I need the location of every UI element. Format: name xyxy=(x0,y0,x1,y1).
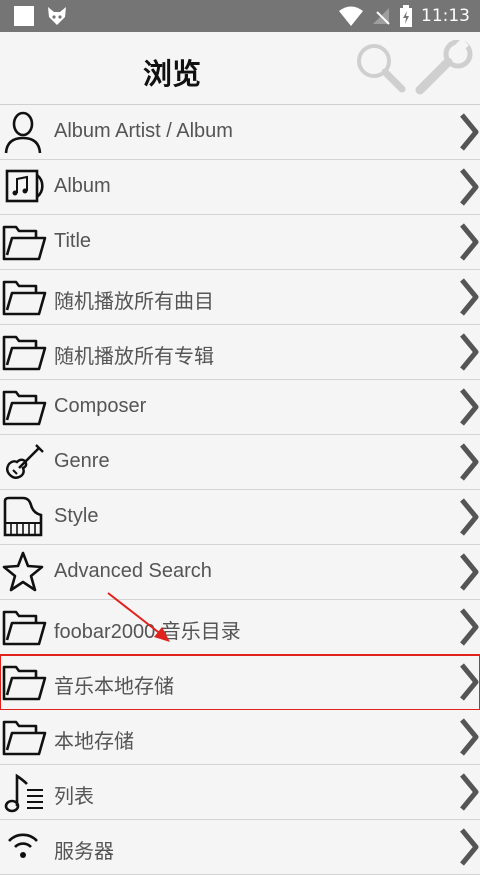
browse-item[interactable]: Composer xyxy=(0,380,480,435)
folder-icon xyxy=(1,330,47,374)
browse-item[interactable]: Advanced Search xyxy=(0,545,480,600)
chevron-right-icon xyxy=(458,223,480,261)
folder-icon xyxy=(1,660,47,704)
chevron-right-icon xyxy=(458,663,480,701)
settings-button[interactable] xyxy=(414,38,476,100)
browse-item-label: Style xyxy=(54,505,99,527)
browse-item-label: 随机播放所有曲目 xyxy=(54,291,214,313)
chevron-right-icon xyxy=(458,828,480,866)
app-square-icon xyxy=(14,6,34,26)
browse-item-label: Composer xyxy=(54,395,147,417)
browse-item-label: 列表 xyxy=(54,786,94,808)
browse-item-label: Advanced Search xyxy=(54,560,212,582)
browse-item[interactable]: 服务器 xyxy=(0,820,480,875)
chevron-right-icon xyxy=(458,608,480,646)
search-icon xyxy=(357,44,406,93)
search-button[interactable] xyxy=(352,40,408,100)
violin-icon xyxy=(1,440,47,484)
battery-charging-icon xyxy=(400,5,412,27)
chevron-right-icon xyxy=(458,773,480,811)
browse-item[interactable]: Album Artist / Album xyxy=(0,105,480,160)
browse-item[interactable]: Title xyxy=(0,215,480,270)
chevron-right-icon xyxy=(458,113,480,151)
chevron-right-icon xyxy=(458,498,480,536)
folder-icon xyxy=(1,385,47,429)
browse-item[interactable]: 音乐本地存储 xyxy=(0,654,480,711)
chevron-right-icon xyxy=(458,278,480,316)
album-icon xyxy=(1,165,47,209)
browse-item[interactable]: Album xyxy=(0,160,480,215)
music-list-icon xyxy=(1,770,47,814)
browse-item[interactable]: Style xyxy=(0,490,480,545)
browse-list: Album Artist / Album Album Title 随机播放所有曲目 随机… xyxy=(0,104,480,875)
clock-time: 11:13 xyxy=(421,6,470,26)
star-icon xyxy=(1,550,47,594)
browse-item-label: 音乐本地存储 xyxy=(54,676,174,698)
browse-item[interactable]: 列表 xyxy=(0,765,480,820)
browse-item-label: Album xyxy=(54,175,111,197)
browse-item-label: Title xyxy=(54,230,92,252)
status-bar: 11:13 xyxy=(0,0,480,32)
chevron-right-icon xyxy=(458,333,480,371)
browse-item-label: Album Artist / Album xyxy=(54,120,233,142)
fox-icon xyxy=(48,7,66,25)
broadcast-icon xyxy=(1,825,47,869)
person-icon xyxy=(1,110,47,154)
wifi-icon xyxy=(339,6,363,26)
browse-item-label: 随机播放所有专辑 xyxy=(54,346,214,368)
folder-icon xyxy=(1,715,47,759)
browse-item-label: 服务器 xyxy=(54,841,114,863)
browse-item[interactable]: 随机播放所有曲目 xyxy=(0,270,480,325)
browse-item[interactable]: Genre xyxy=(0,435,480,490)
piano-icon xyxy=(1,495,47,539)
folder-icon xyxy=(1,605,47,649)
chevron-right-icon xyxy=(458,443,480,481)
browse-item[interactable]: 本地存储 xyxy=(0,710,480,765)
wrench-icon xyxy=(415,38,473,95)
browse-item[interactable]: foobar2000 音乐目录 xyxy=(0,600,480,655)
no-sim-icon xyxy=(373,8,390,25)
chevron-right-icon xyxy=(458,553,480,591)
folder-icon xyxy=(1,220,47,264)
chevron-right-icon xyxy=(458,718,480,756)
browse-item-label: Genre xyxy=(54,450,110,472)
page-title: 浏览 xyxy=(143,57,202,91)
browse-item-label: 本地存储 xyxy=(54,731,134,753)
browse-item[interactable]: 随机播放所有专辑 xyxy=(0,325,480,380)
folder-icon xyxy=(1,275,47,319)
app-header: 浏览 xyxy=(0,32,480,105)
chevron-right-icon xyxy=(458,168,480,206)
chevron-right-icon xyxy=(458,388,480,426)
annotation-arrow xyxy=(107,592,170,642)
